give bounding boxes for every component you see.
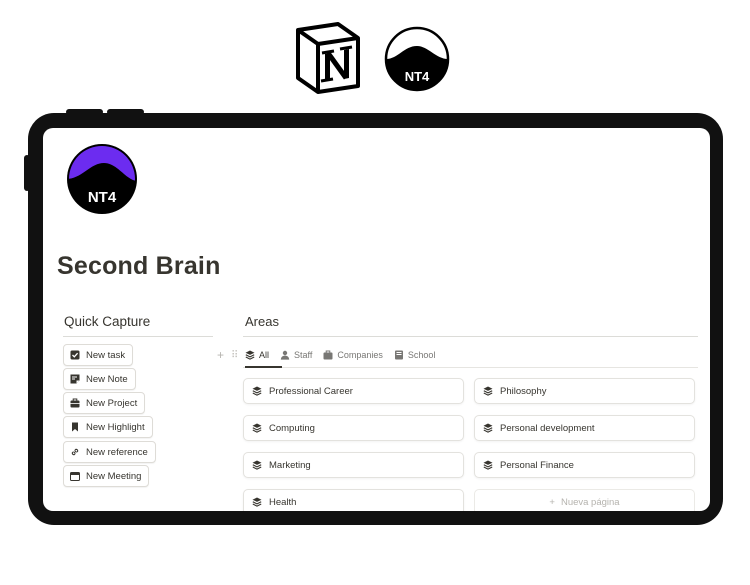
button-label: New reference <box>86 446 148 458</box>
new-note-button[interactable]: New Note <box>63 368 136 390</box>
add-view-icon[interactable]: + <box>217 348 231 362</box>
area-card[interactable]: Professional Career <box>243 378 464 404</box>
card-label: Marketing <box>269 459 311 471</box>
tab-companies[interactable]: Companies <box>323 350 383 360</box>
stack-icon <box>483 386 493 396</box>
nt4-page-icon[interactable]: NT4 <box>66 143 138 215</box>
nt4-logo-icon: NT4 <box>384 26 450 92</box>
new-meeting-button[interactable]: New Meeting <box>63 465 150 487</box>
button-label: New Note <box>86 373 128 385</box>
tab-label: All <box>259 350 270 360</box>
area-card[interactable]: Philosophy <box>474 378 695 404</box>
new-page-label: Nueva página <box>560 496 620 508</box>
new-highlight-button[interactable]: New Highlight <box>63 416 153 438</box>
card-label: Health <box>269 496 297 508</box>
notion-logo-icon <box>296 22 360 94</box>
link-icon <box>70 447 80 457</box>
area-card[interactable]: Computing <box>243 415 464 441</box>
svg-text:NT4: NT4 <box>405 69 430 84</box>
page-title: Second Brain <box>57 252 221 280</box>
drag-handle-icon[interactable]: ⠿ <box>231 350 245 361</box>
area-card[interactable]: Personal development <box>474 415 695 441</box>
button-label: New Project <box>86 397 138 409</box>
button-label: New Meeting <box>86 470 142 482</box>
new-page-button[interactable]: + Nueva página <box>474 489 695 511</box>
card-label: Personal development <box>500 422 595 434</box>
briefcase-icon <box>70 398 80 408</box>
tab-label: Staff <box>294 350 313 360</box>
svg-text:NT4: NT4 <box>88 189 117 206</box>
bookmark-icon <box>70 422 80 432</box>
person-icon <box>280 350 290 360</box>
stack-icon <box>245 350 255 360</box>
new-project-button[interactable]: New Project <box>63 392 146 414</box>
calendar-icon <box>70 471 80 481</box>
card-label: Personal Finance <box>500 459 574 471</box>
areas-heading: Areas <box>245 314 279 329</box>
stack-icon <box>252 460 262 470</box>
tab-label: School <box>407 350 436 360</box>
tab-all[interactable]: All <box>245 350 269 360</box>
divider <box>243 367 698 368</box>
tab-staff[interactable]: Staff <box>280 350 312 360</box>
button-label: New task <box>86 349 126 361</box>
stack-icon <box>252 386 262 396</box>
notion-page: NT4 Second Brain Quick Capture New task … <box>43 128 710 511</box>
card-label: Philosophy <box>500 385 547 397</box>
book-icon <box>394 350 404 360</box>
note-icon <box>70 374 80 384</box>
stack-icon <box>252 423 262 433</box>
stack-icon <box>483 423 493 433</box>
new-reference-button[interactable]: New reference <box>63 441 156 463</box>
new-task-button[interactable]: New task <box>63 344 134 366</box>
area-card[interactable]: Personal Finance <box>474 452 695 478</box>
quick-capture-heading: Quick Capture <box>64 314 151 329</box>
card-label: Computing <box>269 422 315 434</box>
checkbox-icon <box>70 350 80 360</box>
card-label: Professional Career <box>269 385 353 397</box>
stack-icon <box>483 460 493 470</box>
tab-label: Companies <box>337 350 383 360</box>
view-tabs: + ⠿ All Staff Companies School <box>217 347 446 363</box>
area-card[interactable]: Health <box>243 489 464 511</box>
divider <box>243 336 698 337</box>
divider <box>63 336 213 337</box>
stack-icon <box>252 497 262 507</box>
plus-icon: + <box>549 496 555 508</box>
briefcase-icon <box>323 350 333 360</box>
area-card[interactable]: Marketing <box>243 452 464 478</box>
active-tab-indicator <box>245 366 282 368</box>
tab-school[interactable]: School <box>394 350 436 360</box>
button-label: New Highlight <box>86 421 145 433</box>
